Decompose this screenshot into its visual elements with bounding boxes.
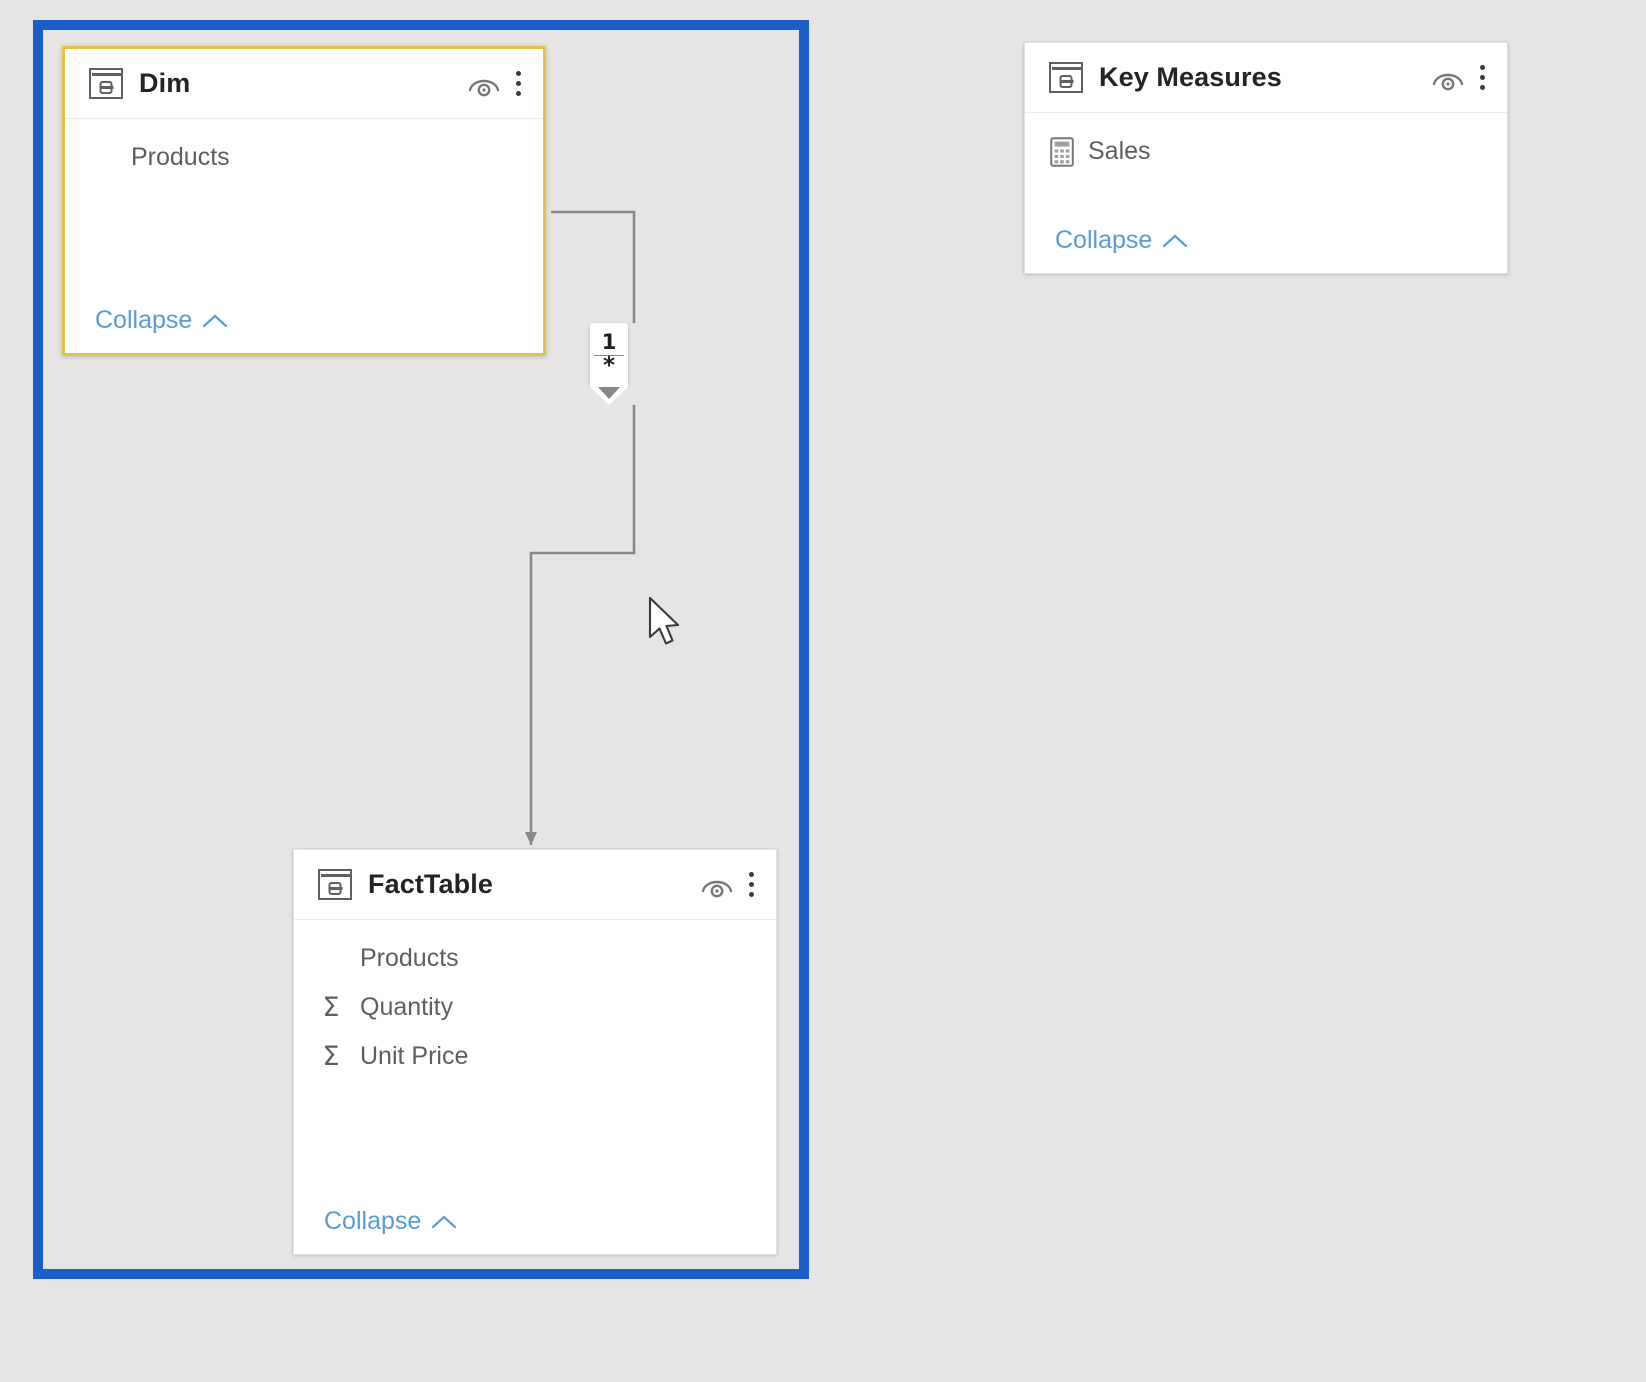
model-view-canvas[interactable]: 1 * Dim Σ: [0, 0, 1646, 1382]
table-name-key-measures: Key Measures: [1099, 62, 1282, 92]
collapse-label: Collapse: [1055, 226, 1153, 254]
field-list-key-measures: Sales: [1025, 113, 1507, 176]
table-card-facttable[interactable]: FactTable Σ Products Σ Quantity: [293, 849, 777, 1255]
collapse-button-key-measures[interactable]: Collapse: [1055, 226, 1188, 255]
field-row[interactable]: Sales: [1025, 127, 1507, 176]
eye-icon[interactable]: [700, 872, 734, 898]
field-name: Quantity: [360, 993, 454, 1021]
field-list-dim: Σ Products: [65, 119, 543, 182]
mouse-pointer-icon: [648, 596, 680, 645]
table-name-facttable: FactTable: [368, 869, 493, 899]
table-header-key-measures[interactable]: Key Measures: [1025, 43, 1507, 113]
collapse-button-dim[interactable]: Collapse: [95, 306, 228, 335]
chevron-up-icon: [1163, 234, 1188, 247]
cross-filter-direction-arrow-icon: [590, 383, 628, 405]
collapse-button-facttable[interactable]: Collapse: [324, 1207, 457, 1236]
kebab-menu-icon[interactable]: [1479, 65, 1485, 91]
field-row[interactable]: Σ Products: [65, 133, 543, 182]
eye-icon[interactable]: [1431, 65, 1465, 91]
collapse-label: Collapse: [95, 306, 193, 334]
table-card-dim[interactable]: Dim Σ Products Collapse: [62, 46, 546, 356]
table-header-facttable[interactable]: FactTable: [294, 850, 776, 920]
field-name: Products: [131, 143, 230, 171]
table-name-dim: Dim: [139, 68, 191, 98]
chevron-up-icon: [203, 314, 228, 327]
table-icon: [318, 869, 352, 900]
table-card-key-measures[interactable]: Key Measures Sales Collapse: [1024, 42, 1508, 274]
field-row[interactable]: Σ Unit Price: [294, 1032, 776, 1081]
field-name: Sales: [1088, 137, 1151, 165]
table-header-dim[interactable]: Dim: [65, 49, 543, 119]
field-row[interactable]: Σ Products: [294, 934, 776, 983]
relationship-cardinality-badge[interactable]: 1 *: [590, 323, 628, 385]
sigma-icon: Σ: [322, 992, 340, 1023]
field-name: Unit Price: [360, 1042, 469, 1070]
calculator-icon: [1050, 136, 1074, 167]
collapse-label: Collapse: [324, 1207, 422, 1235]
chevron-up-icon: [432, 1215, 457, 1228]
cardinality-one-label: 1: [601, 329, 617, 354]
table-icon: [89, 68, 123, 99]
cardinality-many-label: *: [602, 353, 616, 380]
table-icon: [1049, 62, 1083, 93]
sigma-icon: Σ: [322, 1041, 340, 1072]
kebab-menu-icon[interactable]: [515, 71, 521, 97]
kebab-menu-icon[interactable]: [748, 872, 754, 898]
field-name: Products: [360, 944, 459, 972]
eye-icon[interactable]: [467, 71, 501, 97]
field-list-facttable: Σ Products Σ Quantity Σ Unit Price: [294, 920, 776, 1081]
field-row[interactable]: Σ Quantity: [294, 983, 776, 1032]
